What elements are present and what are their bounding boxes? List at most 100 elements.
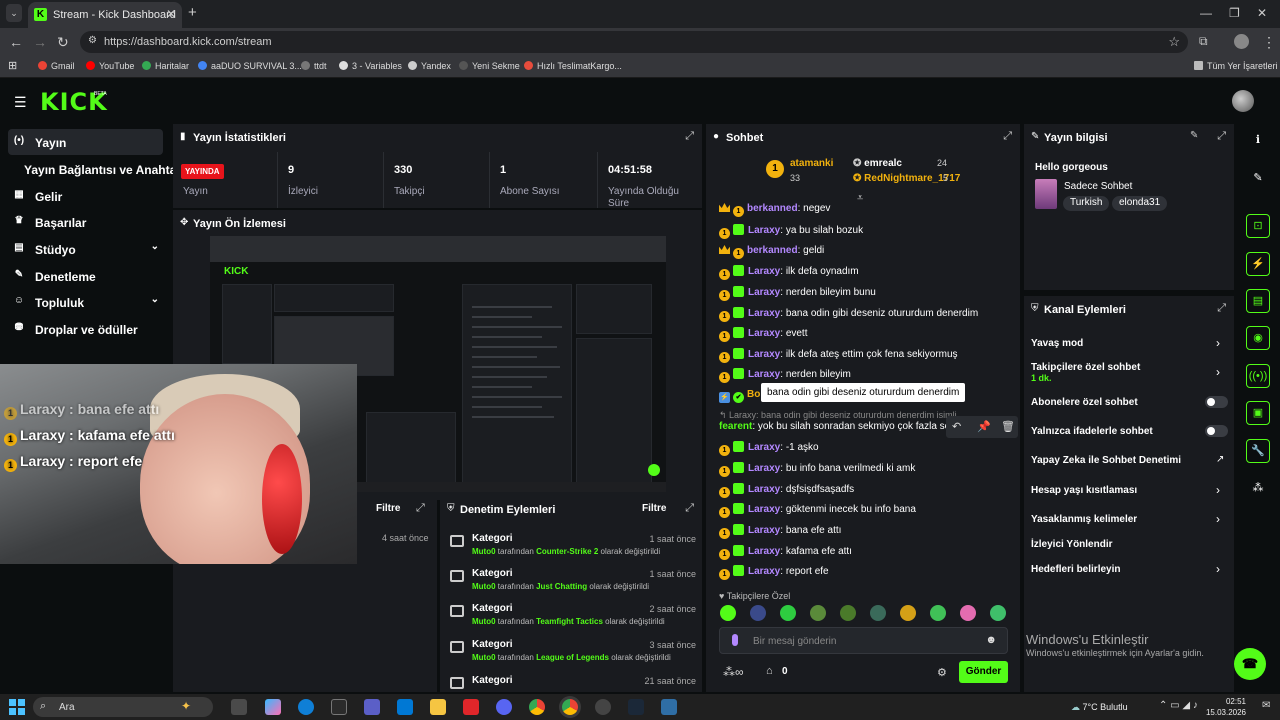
bookmark-new-tab[interactable]: Yeni Sekme	[459, 61, 520, 71]
store-icon[interactable]	[331, 699, 347, 715]
chat-settings-icon[interactable]: ⚙	[937, 666, 947, 679]
windows-start-icon[interactable]	[9, 699, 25, 715]
close-tab-icon[interactable]: ✕	[166, 7, 176, 21]
discord-icon[interactable]	[496, 699, 512, 715]
chat-message[interactable]: 1 Laraxy: bana efe attı	[719, 524, 841, 542]
popout-icon[interactable]: ⤢	[1003, 130, 1012, 143]
action-banned-words[interactable]: Yasaklanmış kelimeler	[1031, 514, 1137, 525]
emote-icon[interactable]	[930, 605, 946, 621]
address-bar[interactable]: ⚙ https://dashboard.kick.com/stream ☆	[80, 31, 1188, 53]
filter-button[interactable]: Filtre	[642, 503, 666, 514]
chat-message[interactable]: 1 Laraxy: ya bu silah bozuk	[719, 224, 863, 242]
bookmark-gmail[interactable]: Gmail	[38, 61, 75, 71]
community-icon[interactable]: ⁂	[1246, 476, 1270, 500]
sidebar-item-stream-key[interactable]: Yayın Bağlantısı ve Anahtarı	[8, 156, 184, 182]
popout-icon[interactable]: ⤢	[685, 502, 694, 515]
people-icon[interactable]: ⁂∞	[723, 665, 744, 679]
chevron-right-icon[interactable]: ›	[1216, 336, 1220, 350]
chevron-right-icon[interactable]: ›	[1216, 365, 1220, 379]
edit-icon[interactable]: ✎	[1190, 130, 1198, 141]
task-view-icon[interactable]	[231, 699, 247, 715]
chat-message[interactable]: 1 Laraxy: -1 aşko	[719, 441, 819, 459]
bookmark-maps[interactable]: Haritalar	[142, 61, 189, 71]
chat-message[interactable]: ⚡ ✔ Bo	[719, 389, 760, 407]
action-redirect-viewers[interactable]: İzleyici Yönlendir	[1031, 539, 1113, 550]
popout-icon[interactable]: ⤢	[416, 502, 425, 515]
chat-message[interactable]: 1 Laraxy: bana odin gibi deseniz otururdu…	[719, 307, 978, 325]
steam-icon[interactable]	[628, 699, 644, 715]
chat-message[interactable]: 1 Laraxy: evett	[719, 327, 808, 345]
obs-icon[interactable]	[595, 699, 611, 715]
chat-message[interactable]: fearent: yok bu silah sonradan sekmiyo ç…	[719, 421, 966, 439]
restore-icon[interactable]: ❐	[1229, 6, 1240, 20]
notification-icon[interactable]: ✉	[1262, 700, 1270, 711]
close-window-icon[interactable]: ✕	[1257, 6, 1267, 20]
emote-icon[interactable]	[960, 605, 976, 621]
new-tab-icon[interactable]: +	[188, 4, 197, 21]
chat-message[interactable]: 1 Laraxy: nerden bileyim bunu	[719, 286, 876, 304]
emote-icon[interactable]	[720, 605, 736, 621]
bookmark-star-icon[interactable]: ☆	[1168, 34, 1180, 50]
category-name[interactable]: Sadece Sohbet	[1064, 181, 1132, 192]
emoji-icon[interactable]: ☻	[985, 634, 997, 646]
chrome-icon[interactable]	[529, 699, 545, 715]
app-icon[interactable]	[661, 699, 677, 715]
emote-icon[interactable]	[900, 605, 916, 621]
info-icon[interactable]: ℹ	[1246, 128, 1270, 152]
mic-icon[interactable]	[732, 634, 738, 646]
subscribers-only-toggle[interactable]	[1205, 396, 1228, 408]
tray-icons[interactable]: ⌃ ▭ ◢ ♪	[1159, 700, 1198, 711]
help-chat-button[interactable]: ☎	[1234, 648, 1266, 680]
teams-icon[interactable]	[364, 699, 380, 715]
minimize-icon[interactable]: —	[1200, 6, 1212, 20]
filter-button[interactable]: Filtre	[376, 503, 400, 514]
extensions-icon[interactable]: ⧉	[1199, 34, 1208, 49]
lightning-icon[interactable]: ⚡	[1246, 252, 1270, 276]
profile-avatar[interactable]	[1234, 34, 1249, 49]
layout-icon[interactable]: ▣	[1246, 401, 1270, 425]
sidebar-item-basarilar[interactable]: ♛ Başarılar	[8, 209, 163, 235]
emote-icon[interactable]	[840, 605, 856, 621]
chat-message[interactable]: 1 Laraxy: ilk defa ateş ettim çok fena se…	[719, 348, 958, 366]
action-slow-mode[interactable]: Yavaş mod	[1031, 338, 1083, 349]
wrench-icon[interactable]: 🔧	[1246, 439, 1270, 463]
emote-icon[interactable]	[870, 605, 886, 621]
taskbar-search[interactable]: ⌕ Ara ✦	[33, 697, 213, 717]
pin-icon[interactable]: 📌	[977, 420, 991, 433]
chrome-active-icon[interactable]	[562, 699, 578, 715]
site-info-icon[interactable]: ⚙	[88, 35, 97, 46]
external-link-icon[interactable]: ↗	[1216, 454, 1224, 465]
emote-icon[interactable]	[990, 605, 1006, 621]
apps-grid-icon[interactable]: ⊞	[8, 59, 17, 72]
sidebar-item-studyo[interactable]: ▤ Stüdyo ⌄	[8, 236, 163, 262]
bookmark-kargo[interactable]: Hızlı TeslimatKargo...	[524, 61, 622, 71]
browser-tab[interactable]: K Stream - Kick Dashboard ✕	[28, 2, 182, 28]
chat-message[interactable]: 1 berkanned: geldi	[719, 245, 824, 263]
user-avatar[interactable]	[1232, 90, 1254, 112]
popout-icon[interactable]: ⤢	[1217, 302, 1226, 315]
bookmark-variables[interactable]: 3 - Variables	[339, 61, 402, 71]
chat-message[interactable]: 1 Laraxy: report efe	[719, 565, 829, 583]
menu-icon[interactable]: ☰	[14, 94, 27, 111]
top-user[interactable]: atamanki	[790, 158, 833, 169]
top-user[interactable]: ✪ emrealc	[853, 158, 902, 169]
chevron-right-icon[interactable]: ›	[1216, 483, 1220, 497]
chevron-right-icon[interactable]: ›	[1216, 512, 1220, 526]
target-icon[interactable]: ⊡	[1246, 214, 1270, 238]
broadcast-icon[interactable]: ((•))	[1246, 364, 1270, 388]
reload-icon[interactable]: ↻	[57, 34, 69, 51]
chat-message[interactable]: 1 Laraxy: ilk defa oynadım	[719, 265, 859, 283]
chat-message[interactable]: 1 berkanned: negev	[719, 203, 830, 221]
bookmark-survival[interactable]: aaDUO SURVIVAL 3...	[198, 61, 302, 71]
taskbar-clock[interactable]: 02:51 15.03.2026	[1204, 696, 1246, 718]
delete-icon[interactable]: 🗑	[1001, 420, 1015, 433]
copilot-app-icon[interactable]	[265, 699, 281, 715]
forward-icon[interactable]: →	[33, 34, 47, 50]
edge-icon[interactable]	[298, 699, 314, 715]
chat-input[interactable]: Bir mesaj gönderin ☻	[719, 627, 1008, 654]
action-ai-moderation[interactable]: Yapay Zeka ile Sohbet Denetimi	[1031, 455, 1181, 466]
chat-message[interactable]: 1 Laraxy: dşfsişdfsaşadfs	[719, 483, 854, 501]
tag-chip[interactable]: Turkish	[1063, 196, 1110, 211]
emote-icon[interactable]	[810, 605, 826, 621]
sidebar-item-topluluk[interactable]: ☺ Topluluk ⌄	[8, 289, 163, 315]
